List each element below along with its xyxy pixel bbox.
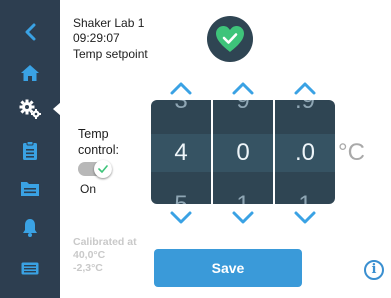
calibration-info: Calibrated at 40,0°C -2,3°C <box>73 236 137 275</box>
bell-icon <box>23 218 37 237</box>
calibration-value-1: 40,0°C <box>73 249 106 261</box>
nav-settings[interactable] <box>0 91 60 127</box>
wheel-prev-digit: .9 <box>294 100 315 114</box>
keyboard-icon <box>21 262 39 274</box>
back-button[interactable] <box>0 14 60 50</box>
wheel-current-digit: .0 <box>294 139 315 166</box>
wheel-current-digit: 4 <box>174 139 188 166</box>
active-indicator <box>53 102 61 116</box>
heart-check-icon <box>216 26 244 52</box>
temp-control-label-line2: control: <box>78 143 119 157</box>
temp-control-label-line1: Temp <box>78 127 109 141</box>
ones-digit-wheel[interactable]: 9 0 1 <box>213 100 273 204</box>
increment-tens-button[interactable] <box>169 80 193 96</box>
temperature-unit: °C <box>338 139 365 166</box>
back-chevron-icon <box>25 23 36 41</box>
gears-icon <box>19 99 41 119</box>
decrement-tens-button[interactable] <box>169 210 193 226</box>
clock: 09:29:07 <box>73 31 120 45</box>
folder-icon <box>21 181 39 196</box>
nav-home[interactable] <box>0 55 60 91</box>
nav-keyboard[interactable] <box>0 250 60 286</box>
wheel-current-digit: 0 <box>236 139 250 166</box>
wheel-prev-digit: 9 <box>236 100 250 114</box>
sidebar <box>0 0 61 298</box>
device-name: Shaker Lab 1 <box>73 16 145 30</box>
decrement-tenths-button[interactable] <box>293 210 317 226</box>
wheel-next-digit: 1 <box>213 190 273 204</box>
increment-ones-button[interactable] <box>231 80 255 96</box>
save-button[interactable]: Save <box>154 249 302 287</box>
toggle-knob <box>94 160 112 178</box>
tenths-digit-wheel[interactable]: .9 .0 1 <box>275 100 335 204</box>
home-icon <box>21 65 39 81</box>
nav-log[interactable] <box>0 133 60 169</box>
info-button[interactable]: i <box>364 260 384 280</box>
decrement-ones-button[interactable] <box>231 210 255 226</box>
nav-alarms[interactable] <box>0 209 60 245</box>
check-icon <box>98 165 108 173</box>
nav-files[interactable] <box>0 170 60 206</box>
status-badge[interactable] <box>207 16 253 62</box>
page-title: Temp setpoint <box>73 47 148 61</box>
clipboard-icon <box>23 141 37 160</box>
temp-control-label: Temp control: <box>78 126 119 158</box>
increment-tenths-button[interactable] <box>293 80 317 96</box>
temp-control-toggle[interactable] <box>78 160 112 178</box>
calibration-title: Calibrated at <box>73 236 137 248</box>
wheel-next-digit: 5 <box>151 190 211 204</box>
wheel-next-digit: 1 <box>275 190 335 204</box>
tens-digit-wheel[interactable]: 3 4 5 <box>151 100 211 204</box>
calibration-value-2: -2,3°C <box>73 262 103 274</box>
wheel-prev-digit: 3 <box>174 100 188 114</box>
toggle-state-label: On <box>80 182 97 196</box>
